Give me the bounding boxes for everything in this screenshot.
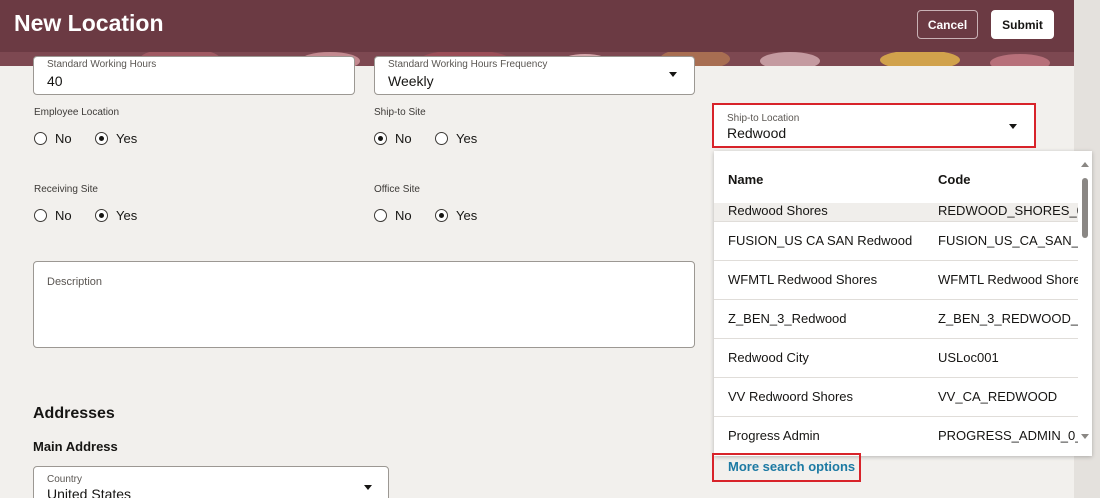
more-search-options-highlight [712, 453, 861, 482]
employee-location-label: Employee Location [34, 107, 120, 118]
dropdown-scrollbar[interactable] [1078, 151, 1092, 447]
dropdown-list: Redwood Shores REDWOOD_SHORES_0_2 FUSION… [714, 203, 1078, 447]
description-textarea[interactable]: Description [33, 261, 695, 348]
radio-selected-icon[interactable] [95, 132, 108, 145]
dropdown-scroll-thumb[interactable] [1082, 178, 1088, 238]
list-item[interactable]: Z_BEN_3_Redwood Z_BEN_3_REDWOOD_0_2 [714, 299, 1078, 338]
ship-to-location-highlight [712, 103, 1036, 148]
radio-selected-icon[interactable] [374, 132, 387, 145]
office-site-label: Office Site [374, 184, 420, 195]
cancel-button[interactable]: Cancel [917, 10, 978, 39]
page-title: New Location [14, 10, 164, 36]
frequency-select[interactable]: Standard Working Hours Frequency Weekly [374, 56, 695, 95]
ship-to-location-dropdown[interactable]: Name Code Redwood Shores REDWOOD_SHORES_… [714, 151, 1092, 456]
list-item[interactable]: Redwood Shores REDWOOD_SHORES_0_2 [714, 203, 1078, 221]
working-hours-input[interactable]: Standard Working Hours 40 [33, 56, 355, 95]
radio-selected-icon[interactable] [95, 209, 108, 222]
description-label: Description [47, 276, 103, 288]
radio-icon[interactable] [435, 132, 448, 145]
office-site-no-option[interactable]: No [374, 208, 412, 223]
frequency-label: Standard Working Hours Frequency [388, 59, 548, 70]
list-item[interactable]: Redwood City USLoc001 [714, 338, 1078, 377]
country-select[interactable]: Country United States [33, 466, 389, 498]
scroll-down-icon[interactable] [1081, 434, 1089, 439]
list-item[interactable]: WFMTL Redwood Shores WFMTL Redwood Shore… [714, 260, 1078, 299]
column-header-name: Name [728, 172, 764, 187]
ship-to-site-no-option[interactable]: No [374, 131, 412, 146]
employee-location-yes-option[interactable]: Yes [95, 131, 137, 146]
radio-icon[interactable] [374, 209, 387, 222]
ship-to-site-label: Ship-to Site [374, 107, 426, 118]
radio-icon[interactable] [34, 209, 47, 222]
working-hours-value: 40 [47, 73, 63, 89]
main-address-heading: Main Address [33, 439, 118, 454]
frequency-value: Weekly [388, 73, 434, 89]
list-item[interactable]: Progress Admin PROGRESS_ADMIN_0_2 [714, 416, 1078, 447]
list-item[interactable]: FUSION_US CA SAN Redwood FUSION_US_CA_SA… [714, 221, 1078, 260]
receiving-site-label: Receiving Site [34, 184, 98, 195]
submit-button[interactable]: Submit [991, 10, 1054, 39]
country-label: Country [47, 474, 83, 485]
office-site-yes-option[interactable]: Yes [435, 208, 477, 223]
receiving-site-no-option[interactable]: No [34, 208, 72, 223]
column-header-code: Code [938, 172, 971, 187]
radio-icon[interactable] [34, 132, 47, 145]
working-hours-label: Standard Working Hours [47, 59, 157, 70]
dropdown-header: Name Code [714, 151, 1078, 203]
list-item[interactable]: VV Redwoord Shores VV_CA_REDWOOD [714, 377, 1078, 416]
ship-to-site-yes-option[interactable]: Yes [435, 131, 477, 146]
receiving-site-yes-option[interactable]: Yes [95, 208, 137, 223]
employee-location-no-option[interactable]: No [34, 131, 72, 146]
country-value: United States [47, 486, 132, 498]
chevron-down-icon [669, 72, 677, 77]
radio-selected-icon[interactable] [435, 209, 448, 222]
scroll-up-icon[interactable] [1081, 162, 1089, 167]
chevron-down-icon [364, 485, 372, 490]
addresses-heading: Addresses [33, 405, 115, 422]
